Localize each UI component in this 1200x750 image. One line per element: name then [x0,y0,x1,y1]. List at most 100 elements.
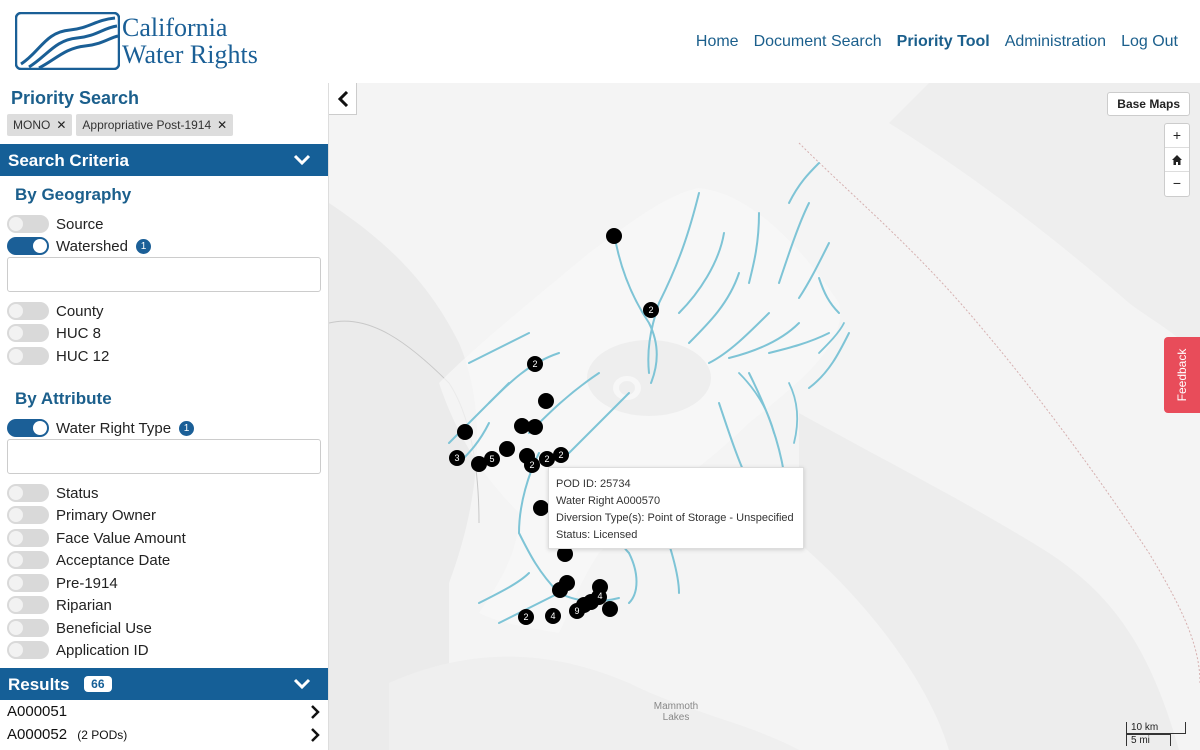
toggle-status[interactable]: Status [7,483,99,503]
toggle-application-id[interactable]: Application ID [7,640,149,660]
remove-chip-icon[interactable]: ✕ [217,118,227,132]
cluster-label: 5 [489,454,494,464]
toggle-switch[interactable] [7,237,49,255]
results-label: Results [8,675,70,694]
count-badge: 1 [135,238,151,254]
priority-search-title: Priority Search [11,88,140,108]
zoom-in-button[interactable]: + [1165,124,1189,148]
search-criteria-label: Search Criteria [8,151,129,170]
collapse-sidebar-button[interactable] [329,83,357,115]
toggle-beneficial-use[interactable]: Beneficial Use [7,618,152,638]
cluster-label: 9 [574,606,579,616]
remove-chip-icon[interactable]: ✕ [56,118,66,132]
toggle-switch[interactable] [7,484,49,502]
toggle-label: Face Value Amount [56,529,186,547]
toggle-switch[interactable] [7,324,49,342]
base-maps-button[interactable]: Base Maps [1107,92,1190,116]
place-label: Mammoth Lakes [653,701,699,723]
by-geography-heading: By Geography [15,185,132,204]
toggle-switch[interactable] [7,506,49,524]
nav-home[interactable]: Home [696,33,739,51]
toggle-riparian[interactable]: Riparian [7,595,112,615]
search-criteria-header[interactable]: Search Criteria [0,144,328,176]
cluster-label: 3 [454,453,459,463]
toggle-source[interactable]: Source [7,214,104,234]
main-nav: Home Document Search Priority Tool Admin… [681,33,1178,51]
toggle-huc12[interactable]: HUC 12 [7,346,109,366]
tooltip-diversion: Diversion Type(s): Point of Storage - Un… [556,512,794,524]
cluster-label: 2 [544,454,549,464]
toggle-label: Beneficial Use [56,619,152,637]
chip-water-right-type: Appropriative Post-1914 ✕ [76,114,234,136]
chevron-left-icon [337,90,348,107]
toggle-switch[interactable] [7,619,49,637]
result-id: A000051 [7,703,68,720]
cluster-label: 2 [648,305,653,315]
map-view[interactable]: 2 2 3 5 2 2 2 4 9 4 2 Base Maps + − Feed… [329,83,1200,750]
watershed-input[interactable] [7,257,321,292]
logo-line-2: Water Rights [122,40,258,69]
toggle-switch[interactable] [7,529,49,547]
toggle-label: Riparian [56,596,112,614]
toggle-label: Primary Owner [56,506,157,524]
scale-mi: 5 mi [1126,734,1171,746]
nav-priority-tool[interactable]: Priority Tool [897,33,990,51]
toggle-label: Watershed [56,237,128,255]
sidebar: Priority Search MONO ✕ Appropriative Pos… [0,83,329,750]
chip-label: Appropriative Post-1914 [82,118,212,132]
toggle-huc8[interactable]: HUC 8 [7,323,101,343]
feedback-tab[interactable]: Feedback [1164,337,1200,413]
toggle-switch[interactable] [7,574,49,592]
toggle-switch[interactable] [7,596,49,614]
results-header[interactable]: Results 66 [0,668,328,700]
toggle-switch[interactable] [7,215,49,233]
water-right-type-input[interactable] [7,439,321,474]
zoom-controls: + − [1164,123,1190,197]
result-row[interactable]: A000052 (2 PODs) [7,726,322,746]
cluster-label: 2 [529,460,534,470]
tooltip-pod-id: POD ID: 25734 [556,478,631,490]
result-row[interactable]: A000051 [7,703,322,723]
toggle-switch[interactable] [7,347,49,365]
nav-log-out[interactable]: Log Out [1121,33,1178,51]
home-icon [1172,155,1182,165]
toggle-label: Source [56,215,104,233]
toggle-label: Water Right Type [56,419,172,437]
toggle-switch[interactable] [7,302,49,320]
by-attribute-heading: By Attribute [15,389,112,408]
toggle-county[interactable]: County [7,301,104,321]
logo-line-1: California [122,13,228,42]
chevron-down-icon [293,154,311,166]
logo-text[interactable]: California Water Rights [122,14,258,68]
chip-mono: MONO ✕ [7,114,73,136]
toggle-water-right-type[interactable]: Water Right Type 1 [7,418,195,438]
toggle-switch[interactable] [7,641,49,659]
count-badge: 1 [179,420,195,436]
home-button[interactable] [1165,148,1189,172]
toggle-watershed[interactable]: Watershed 1 [7,236,151,256]
toggle-label: HUC 8 [56,324,102,342]
toggle-face-value-amount[interactable]: Face Value Amount [7,528,186,548]
cluster-label: 4 [550,611,555,621]
scale-bar: 10 km 5 mi [1126,722,1186,746]
toggle-primary-owner[interactable]: Primary Owner [7,505,156,525]
cluster-label: 4 [597,591,602,601]
nav-administration[interactable]: Administration [1005,33,1106,51]
result-pods: (2 PODs) [77,728,128,742]
cluster-label: 2 [532,359,537,369]
tooltip-status: Status: Licensed [556,529,638,541]
chevron-right-icon [311,728,320,742]
nav-document-search[interactable]: Document Search [754,33,882,51]
toggle-pre-1914[interactable]: Pre-1914 [7,573,118,593]
logo-icon[interactable] [15,12,120,70]
results-count-badge: 66 [84,676,112,692]
map-canvas[interactable]: 2 2 3 5 2 2 2 4 9 4 2 [329,83,1200,750]
toggle-label: County [56,302,104,320]
toggle-acceptance-date[interactable]: Acceptance Date [7,550,170,570]
zoom-out-button[interactable]: − [1165,172,1189,196]
toggle-switch[interactable] [7,551,49,569]
pod-tooltip: POD ID: 25734 Water Right A000570 Divers… [548,467,804,549]
toggle-switch[interactable] [7,419,49,437]
cluster-label: 2 [558,450,563,460]
chevron-right-icon [311,705,320,719]
